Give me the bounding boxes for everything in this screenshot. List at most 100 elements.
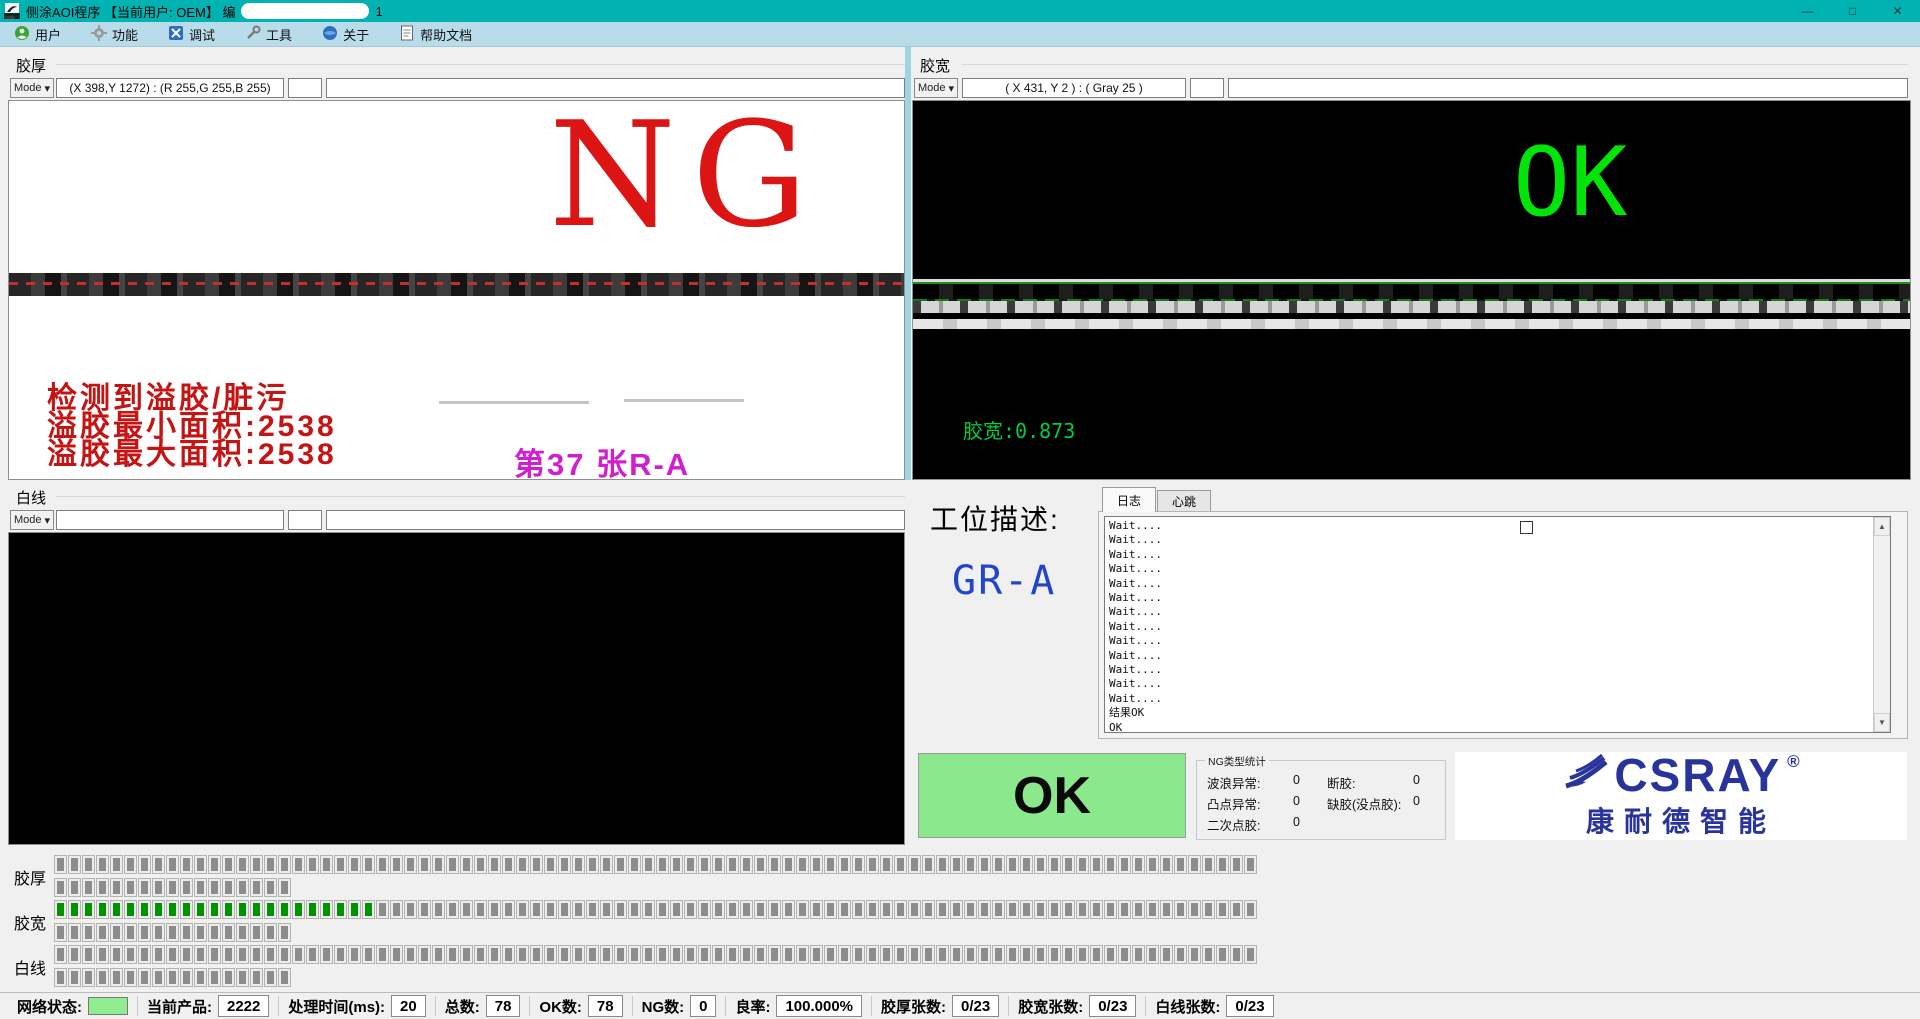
frame-cell-off [545, 946, 556, 963]
frame-cell-off [1189, 946, 1200, 963]
status-item-label: NG数: [642, 996, 685, 1017]
glue-width-image-view[interactable]: OK 胶宽:0.873 [912, 100, 1911, 480]
glue-width-panel-title: 胶宽 [920, 55, 958, 76]
frame-cell-off [447, 901, 458, 918]
frame-cell-off [391, 946, 402, 963]
frame-cell-off [1133, 901, 1144, 918]
frame-cell-off [699, 856, 710, 873]
frame-cell-off [853, 856, 864, 873]
frame-cell-off [279, 924, 290, 941]
frame-cell-off [531, 946, 542, 963]
frame-cell-off [601, 946, 612, 963]
frame-cell-off [1217, 946, 1228, 963]
log-checkbox[interactable] [1520, 521, 1533, 534]
menu-item-6[interactable]: 帮助文档 [399, 25, 472, 44]
menu-item-5[interactable]: 关于 [322, 25, 369, 44]
menu-item-4[interactable]: 工具 [245, 25, 292, 44]
glue-thickness-image-view[interactable]: NG 检测到溢胶/脏污 溢胶最小面积:2538 溢胶最大面积:2538 第37 … [8, 100, 905, 480]
frame-cell-off [923, 901, 934, 918]
minimize-button[interactable]: — [1785, 0, 1830, 22]
frame-cell-on [223, 901, 234, 918]
frame-cell-off [769, 856, 780, 873]
frame-cell-off [237, 969, 248, 986]
status-item-value: 78 [588, 995, 623, 1017]
glue-thickness-message-box [326, 78, 905, 98]
maximize-button[interactable]: □ [1830, 0, 1875, 22]
frame-cell-off [111, 946, 122, 963]
frame-cell-off [615, 901, 626, 918]
defect-readout-lines: 检测到溢胶/脏污 溢胶最小面积:2538 溢胶最大面积:2538 [47, 385, 337, 469]
frame-cell-off [209, 969, 220, 986]
tab-log[interactable]: 日志 [1102, 487, 1156, 512]
frame-cell-off [853, 901, 864, 918]
frame-tag-text: 第37 张R-A [514, 439, 690, 480]
frame-cell-off [349, 856, 360, 873]
frame-cell-off [517, 856, 528, 873]
white-line-aux-box [288, 510, 322, 530]
white-line-image-view[interactable] [8, 532, 905, 845]
tab-heartbeat[interactable]: 心跳 [1157, 490, 1211, 512]
frame-cell-on [307, 901, 318, 918]
frame-cell-off [265, 856, 276, 873]
frame-cell-off [377, 856, 388, 873]
frame-cell-off [377, 901, 388, 918]
scroll-up-arrow-icon[interactable]: ▲ [1874, 517, 1890, 536]
frame-cell-off [363, 946, 374, 963]
frame-cell-off [895, 901, 906, 918]
frame-cell-off [139, 969, 150, 986]
log-scrollbar[interactable]: ▲ ▼ [1873, 517, 1890, 732]
menu-item-1[interactable]: 用户 [14, 25, 61, 44]
frame-cell-off [1007, 856, 1018, 873]
frame-cell-off [265, 924, 276, 941]
frame-cell-off [573, 901, 584, 918]
frame-cell-off [727, 856, 738, 873]
logo-subtitle: 康耐德智能 [1586, 800, 1776, 840]
frame-cell-off [1161, 856, 1172, 873]
frame-cell-off [629, 901, 640, 918]
frame-cell-off [1147, 901, 1158, 918]
glue-width-mode-dropdown[interactable]: Mode▾ [914, 78, 958, 98]
frame-cell-off [223, 879, 234, 896]
status-item-label: OK数: [539, 996, 582, 1017]
frame-cell-off [475, 946, 486, 963]
frame-cell-off [1245, 856, 1256, 873]
white-line-mode-dropdown[interactable]: Mode▾ [10, 510, 54, 530]
frame-cell-off [97, 946, 108, 963]
status-item: OK数: 78 [529, 996, 631, 1016]
frame-cell-off [1063, 946, 1074, 963]
menu-item-2[interactable]: 功能 [91, 25, 138, 44]
ng-stat-value: 0 [1413, 794, 1420, 808]
frame-cell-off [475, 901, 486, 918]
frame-cell-off [713, 856, 724, 873]
frame-cell-off [559, 901, 570, 918]
log-listbox[interactable]: Wait....Wait....Wait....Wait....Wait....… [1104, 516, 1891, 733]
frame-cell-off [419, 856, 430, 873]
frame-cell-on [167, 901, 178, 918]
frame-cell-off [223, 924, 234, 941]
frame-cell-off [1077, 901, 1088, 918]
frame-cell-off [237, 946, 248, 963]
panel-splitter[interactable] [905, 47, 911, 480]
frame-cell-off [405, 901, 416, 918]
close-button[interactable]: ✕ [1875, 0, 1920, 22]
glue-thickness-pixel-readout: (X 398,Y 1272) : (R 255,G 255,B 255) [56, 78, 284, 98]
frame-cell-off [307, 856, 318, 873]
frame-cell-off [447, 856, 458, 873]
frame-cell-off [1077, 856, 1088, 873]
frame-cell-off [139, 924, 150, 941]
glue-thickness-mode-dropdown[interactable]: Mode▾ [10, 78, 54, 98]
frame-cell-off [587, 856, 598, 873]
status-item-label: 胶厚张数: [881, 996, 946, 1017]
frame-cell-off [1217, 901, 1228, 918]
frame-cell-off [853, 946, 864, 963]
frame-cell-off [83, 946, 94, 963]
menu-item-3[interactable]: 调试 [168, 25, 215, 44]
log-line: Wait.... [1109, 605, 1890, 619]
frame-cell-off [209, 946, 220, 963]
frame-cell-off [335, 856, 346, 873]
frame-cell-off [1091, 946, 1102, 963]
scroll-down-arrow-icon[interactable]: ▼ [1874, 713, 1890, 732]
frame-cell-off [937, 901, 948, 918]
frame-cell-off [335, 946, 346, 963]
white-line-pixel-readout [56, 510, 284, 530]
